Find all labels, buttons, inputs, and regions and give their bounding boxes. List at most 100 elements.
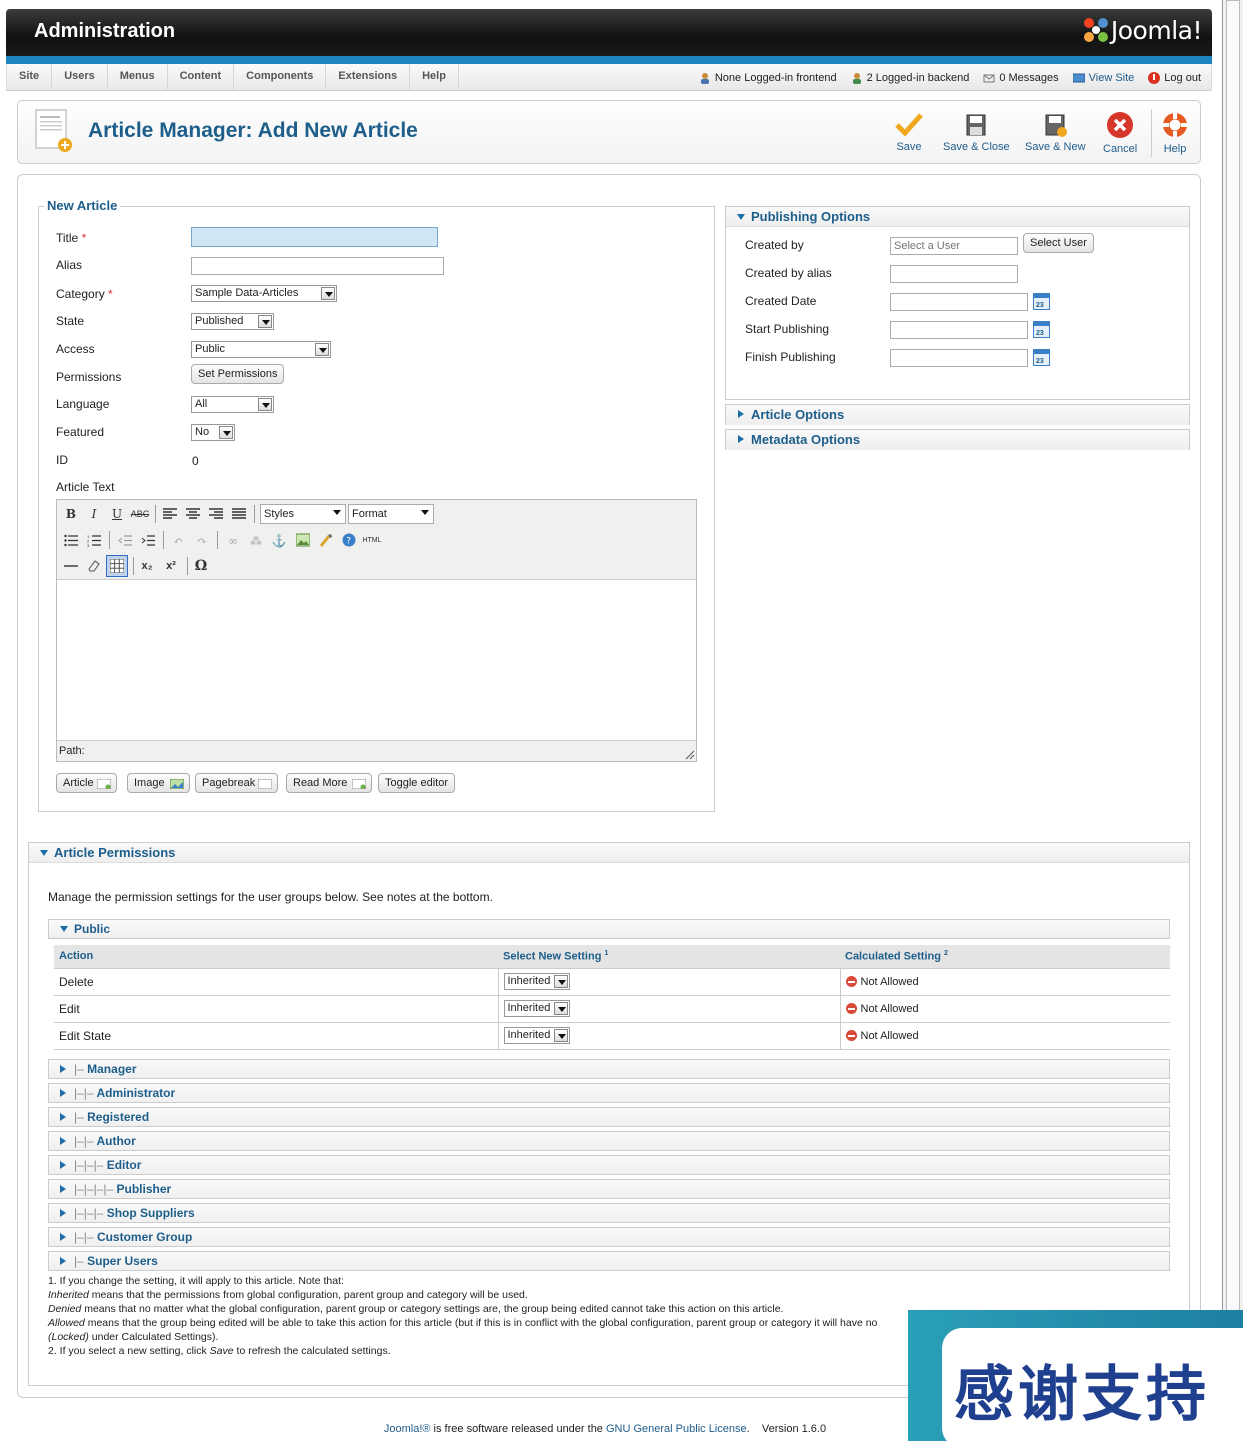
license-link[interactable]: GNU General Public License	[606, 1423, 747, 1435]
logout-link[interactable]: Log out	[1148, 71, 1201, 84]
page-title: Article Manager: Add New Article	[88, 119, 418, 142]
created-by-alias-input[interactable]	[890, 265, 1018, 283]
pagebreak-button[interactable]: Pagebreak	[195, 773, 279, 793]
link-icon[interactable]: ∞	[223, 531, 243, 551]
group-customer-group[interactable]: |–|– Customer Group	[48, 1227, 1170, 1247]
styles-select[interactable]: Styles	[260, 504, 346, 524]
group-administrator[interactable]: |–|– Administrator	[48, 1083, 1170, 1103]
toggle-editor-button[interactable]: Toggle editor	[378, 773, 455, 793]
toolbar-divider	[1151, 109, 1152, 157]
vertical-scrollbar[interactable]	[1222, 0, 1243, 1441]
message-icon	[983, 74, 995, 82]
status-bar: None Logged-in frontend 2 Logged-in back…	[685, 64, 1201, 91]
undo-icon[interactable]: ↶	[168, 531, 188, 551]
created-date-input[interactable]	[890, 293, 1028, 311]
resize-handle-icon[interactable]	[685, 750, 695, 760]
align-right-icon[interactable]	[209, 508, 223, 520]
menu-users[interactable]: Users	[52, 64, 108, 91]
view-site-link[interactable]: View Site	[1072, 72, 1134, 84]
group-author[interactable]: |–|– Author	[48, 1131, 1170, 1151]
unlink-icon[interactable]: ⁂	[246, 531, 266, 551]
created-by-input[interactable]	[890, 237, 1018, 255]
bullet-list-icon[interactable]	[64, 534, 78, 547]
cancel-button[interactable]: Cancel	[1103, 111, 1137, 155]
setting-select[interactable]: Inherited	[503, 1027, 570, 1044]
article-button[interactable]: Article	[56, 773, 117, 793]
setting-select[interactable]: Inherited	[503, 973, 570, 990]
cleanup-icon[interactable]	[319, 533, 333, 547]
html-source-icon[interactable]: HTML	[360, 531, 384, 551]
align-left-icon[interactable]	[163, 508, 177, 520]
note-locked: (Locked) under Calculated Settings).	[48, 1331, 219, 1343]
special-char-icon[interactable]: Ω	[191, 556, 211, 576]
read-more-button[interactable]: Read More	[286, 773, 373, 793]
eraser-icon[interactable]	[87, 559, 101, 572]
group-public[interactable]: Public	[48, 919, 1170, 939]
publishing-options-header[interactable]: Publishing Options	[726, 207, 1189, 227]
alias-input[interactable]	[191, 257, 444, 275]
scrollbar-thumb[interactable]	[1226, 0, 1240, 1441]
align-justify-icon[interactable]	[232, 508, 246, 520]
superscript-icon[interactable]: x²	[161, 556, 181, 576]
bold-icon[interactable]: B	[61, 504, 81, 524]
calendar-icon[interactable]: 23	[1033, 349, 1050, 366]
featured-select[interactable]: No	[191, 424, 235, 441]
indent-icon[interactable]	[141, 534, 155, 547]
joomla-link[interactable]: Joomla!®	[384, 1423, 431, 1435]
metadata-options-pane[interactable]: Metadata Options	[725, 429, 1190, 450]
help-icon[interactable]: ?	[342, 533, 356, 547]
menu-menus[interactable]: Menus	[108, 64, 168, 91]
save-close-button[interactable]: Save & Close	[943, 111, 1010, 153]
italic-icon[interactable]: I	[84, 504, 104, 524]
horizontal-rule-icon[interactable]	[64, 560, 78, 572]
table-icon	[110, 559, 124, 573]
editor-content-area[interactable]	[57, 581, 696, 741]
help-button[interactable]: Help	[1160, 111, 1190, 155]
access-select[interactable]: Public	[191, 341, 331, 358]
save-button[interactable]: Save	[894, 111, 924, 153]
group-registered[interactable]: |– Registered	[48, 1107, 1170, 1127]
menu-components[interactable]: Components	[234, 64, 327, 91]
menu-extensions[interactable]: Extensions	[326, 64, 411, 91]
id-label: ID	[56, 453, 68, 467]
select-user-button[interactable]: Select User	[1023, 233, 1094, 253]
align-center-icon[interactable]	[186, 508, 200, 520]
subscript-icon[interactable]: x₂	[137, 556, 157, 576]
group-super-users[interactable]: |– Super Users	[48, 1251, 1170, 1271]
menu-help[interactable]: Help	[410, 64, 459, 91]
group-editor[interactable]: |–|–|– Editor	[48, 1155, 1170, 1175]
joomla-logo[interactable]: Joomla!	[1081, 15, 1203, 45]
language-select[interactable]: All	[191, 396, 274, 413]
title-input[interactable]	[191, 227, 438, 247]
calendar-icon[interactable]: 23	[1033, 293, 1050, 310]
underline-icon[interactable]: U	[107, 504, 127, 524]
anchor-icon[interactable]: ⚓	[269, 531, 289, 551]
article-options-header[interactable]: Article Options	[726, 405, 1189, 425]
redo-icon[interactable]: ↷	[192, 531, 212, 551]
group-shop-suppliers[interactable]: |–|–|– Shop Suppliers	[48, 1203, 1170, 1223]
format-select[interactable]: Format	[348, 504, 434, 524]
calendar-icon[interactable]: 23	[1033, 321, 1050, 338]
group-manager[interactable]: |– Manager	[48, 1059, 1170, 1079]
image-button[interactable]: Image	[127, 773, 190, 793]
state-select[interactable]: Published	[191, 313, 274, 330]
expanded-arrow-icon	[60, 926, 68, 932]
setting-select[interactable]: Inherited	[503, 1000, 570, 1017]
metadata-options-header[interactable]: Metadata Options	[726, 430, 1189, 450]
article-permissions-header[interactable]: Article Permissions	[29, 843, 1189, 863]
group-publisher[interactable]: |–|–|–|– Publisher	[48, 1179, 1170, 1199]
visual-aid-toggle[interactable]	[106, 555, 128, 577]
finish-publishing-input[interactable]	[890, 349, 1028, 367]
start-publishing-input[interactable]	[890, 321, 1028, 339]
messages-status[interactable]: 0 Messages	[983, 72, 1059, 84]
save-new-button[interactable]: Save & New	[1025, 111, 1086, 153]
outdent-icon[interactable]	[118, 534, 132, 547]
strikethrough-icon[interactable]: ABC	[130, 504, 150, 524]
category-select[interactable]: Sample Data-Articles	[191, 285, 337, 302]
insert-image-icon[interactable]	[296, 533, 310, 547]
numbered-list-icon[interactable]: 123	[87, 534, 101, 547]
set-permissions-button[interactable]: Set Permissions	[191, 364, 285, 384]
article-options-pane[interactable]: Article Options	[725, 404, 1190, 425]
menu-site[interactable]: Site	[7, 64, 53, 91]
menu-content[interactable]: Content	[168, 64, 235, 91]
